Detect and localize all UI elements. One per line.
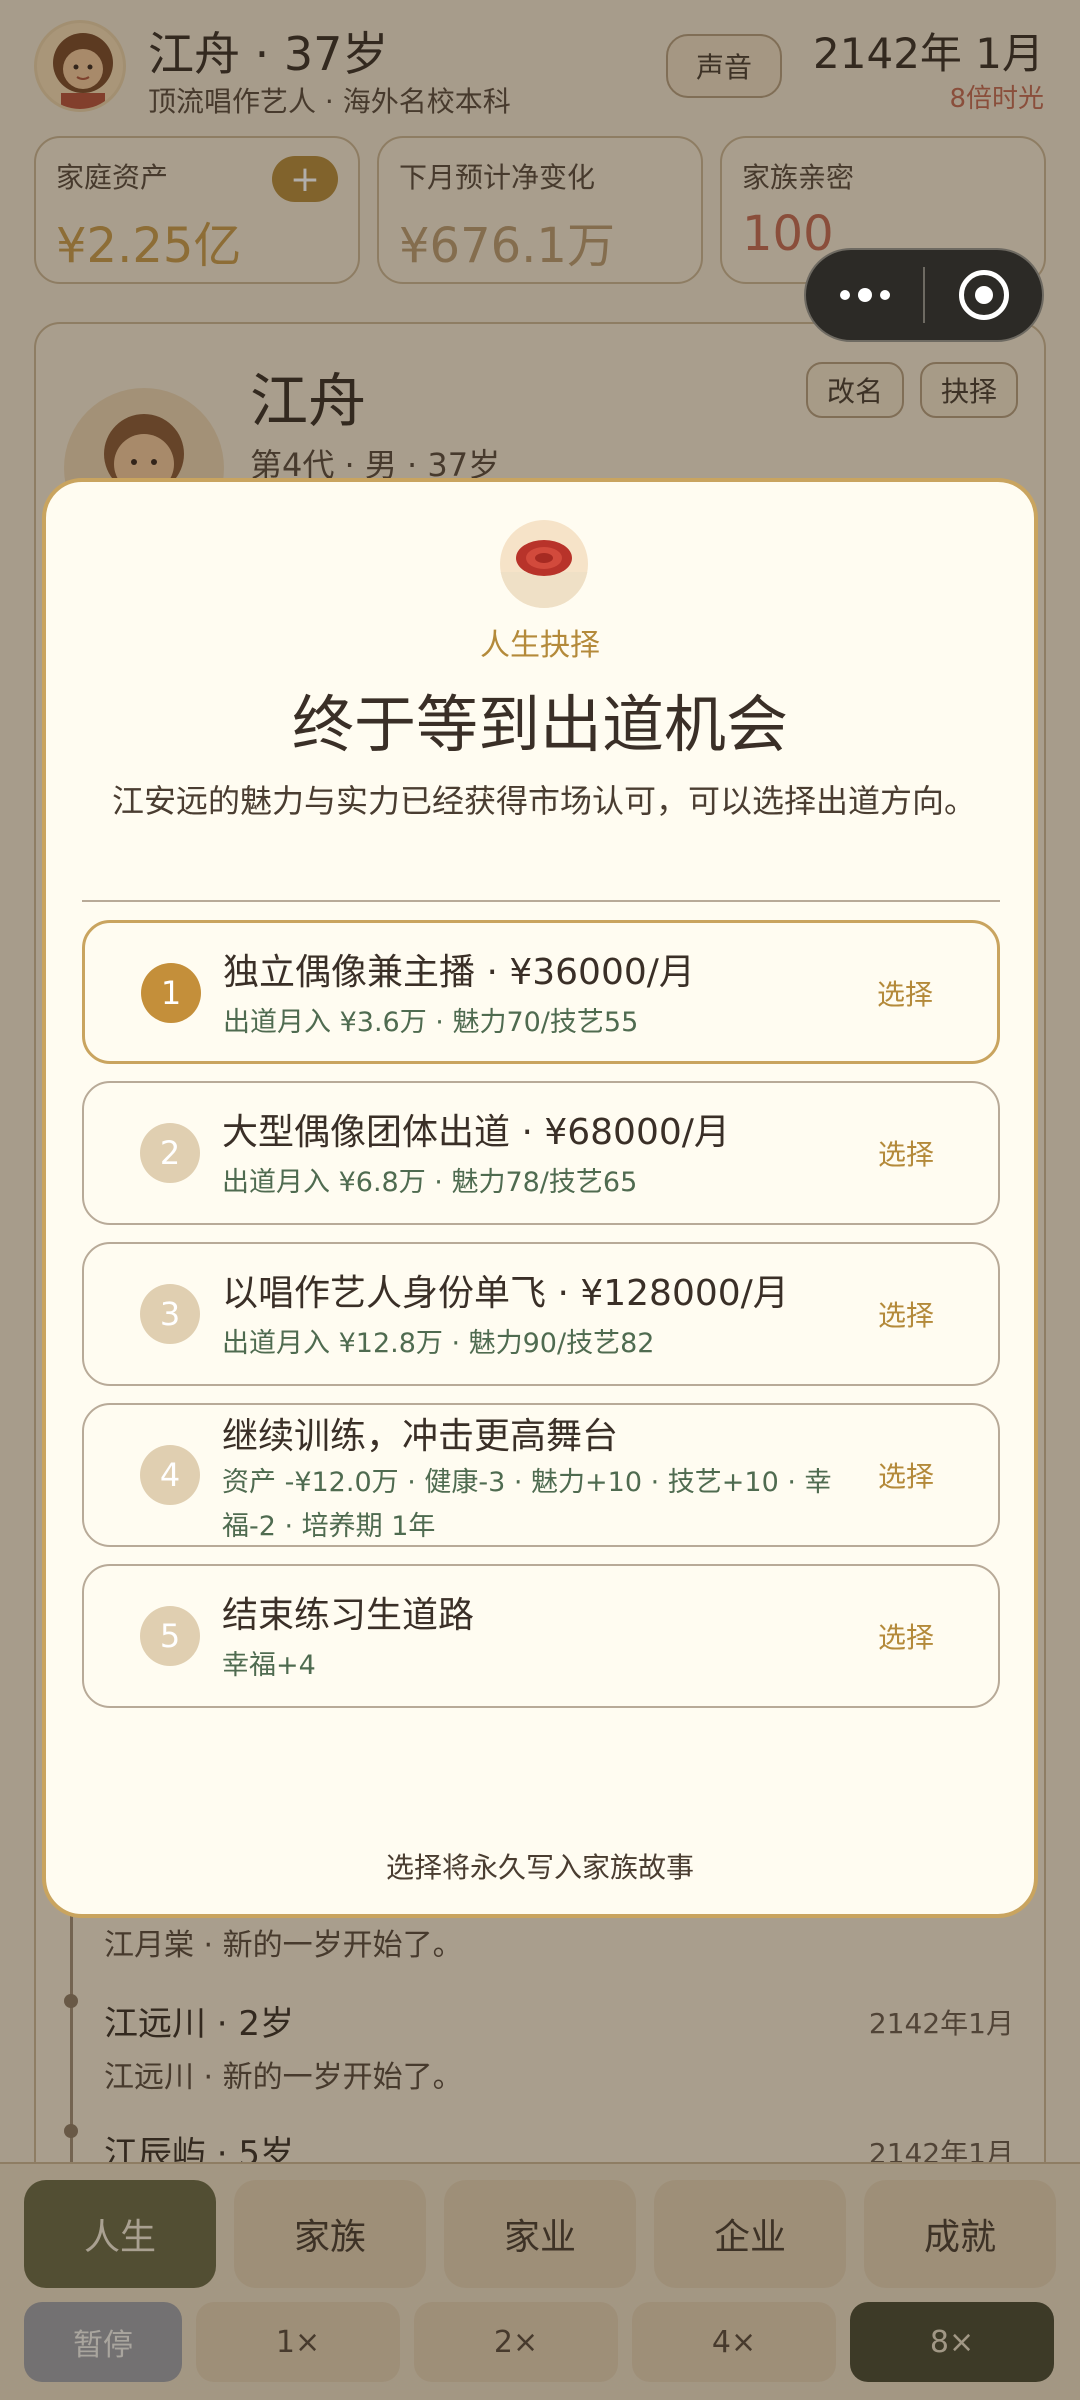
choice-option-1[interactable]: 1 独立偶像兼主播 · ¥36000/月 出道月入 ¥3.6万 · 魅力70/技… <box>82 920 1000 1064</box>
option-title: 以唱作艺人身份单飞 · ¥128000/月 <box>222 1273 789 1314</box>
select-button[interactable]: 选择 <box>878 1294 934 1334</box>
dialog-kicker: 人生抉择 <box>480 628 600 663</box>
select-button[interactable]: 选择 <box>878 1133 934 1173</box>
dialog-title: 终于等到出道机会 <box>291 688 788 761</box>
select-button[interactable]: 选择 <box>877 973 933 1013</box>
select-button[interactable]: 选择 <box>878 1616 934 1656</box>
choice-option-2[interactable]: 2 大型偶像团体出道 · ¥68000/月 出道月入 ¥6.8万 · 魅力78/… <box>82 1081 1000 1225</box>
option-effects: 出道月入 ¥12.8万 · 魅力90/技艺82 <box>222 1328 655 1359</box>
miniprogram-capsule <box>804 248 1044 342</box>
option-number: 5 <box>140 1606 200 1666</box>
choice-option-3[interactable]: 3 以唱作艺人身份单飞 · ¥128000/月 出道月入 ¥12.8万 · 魅力… <box>82 1242 1000 1386</box>
option-effects: 出道月入 ¥3.6万 · 魅力70/技艺55 <box>223 1007 639 1038</box>
wax-seal-icon <box>500 520 588 608</box>
option-number: 1 <box>141 963 201 1023</box>
option-title: 大型偶像团体出道 · ¥68000/月 <box>222 1112 730 1153</box>
option-effects: 出道月入 ¥6.8万 · 魅力78/技艺65 <box>222 1167 638 1198</box>
option-title: 结束练习生道路 <box>222 1595 475 1636</box>
select-button[interactable]: 选择 <box>878 1455 934 1495</box>
option-title: 继续训练，冲击更高舞台 <box>222 1416 619 1457</box>
choice-option-5[interactable]: 5 结束练习生道路 幸福+4 选择 <box>82 1564 1000 1708</box>
option-effects: 幸福+4 <box>222 1650 316 1681</box>
option-number: 4 <box>140 1445 200 1505</box>
option-title: 独立偶像兼主播 · ¥36000/月 <box>223 952 695 993</box>
option-number: 2 <box>140 1123 200 1183</box>
option-effects: 资产 -¥12.0万 · 健康-3 · 魅力+10 · 技艺+10 · 幸福-2… <box>222 1467 832 1542</box>
dialog-footer-note: 选择将永久写入家族故事 <box>385 1851 694 1884</box>
more-menu-icon[interactable] <box>806 288 923 302</box>
dialog-description: 江安远的魅力与实力已经获得市场认可，可以选择出道方向。 <box>111 782 976 820</box>
divider <box>82 900 1000 902</box>
life-choice-dialog: 人生抉择 终于等到出道机会 江安远的魅力与实力已经获得市场认可，可以选择出道方向… <box>42 478 1038 1918</box>
choice-option-4[interactable]: 4 继续训练，冲击更高舞台 资产 -¥12.0万 · 健康-3 · 魅力+10 … <box>82 1403 1000 1547</box>
close-miniprogram-icon[interactable] <box>925 270 1042 320</box>
option-number: 3 <box>140 1284 200 1344</box>
